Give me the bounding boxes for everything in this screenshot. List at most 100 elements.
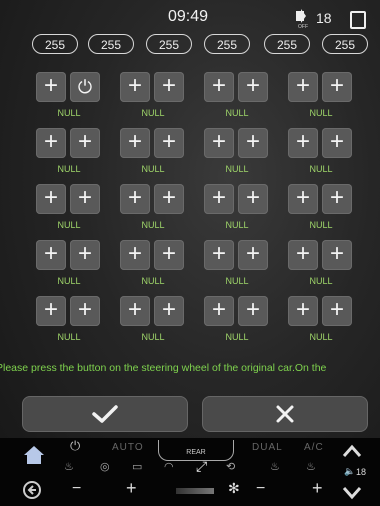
chevron-down-icon[interactable] — [342, 486, 362, 500]
fan-level-bar[interactable] — [176, 488, 214, 494]
key-group: + + NULL — [204, 128, 274, 180]
key-group: + + NULL — [288, 184, 358, 236]
confirm-button[interactable] — [22, 396, 188, 432]
key-group: + + NULL — [36, 128, 106, 180]
volume-off-icon — [296, 9, 306, 23]
volume-icon: 🔈 — [344, 466, 356, 476]
null-label: NULL — [141, 332, 165, 342]
add-key-button[interactable]: + — [70, 128, 100, 158]
value-pill[interactable]: 255 — [264, 34, 310, 54]
power-icon[interactable]: ⏻ — [70, 438, 80, 454]
temp-plus-left[interactable]: + — [126, 478, 137, 499]
add-key-button[interactable]: + — [204, 184, 234, 214]
add-key-button[interactable]: + — [154, 296, 184, 326]
add-key-button[interactable]: + — [36, 72, 66, 102]
add-key-button[interactable]: + — [154, 72, 184, 102]
temp-plus-right[interactable]: + — [312, 478, 323, 499]
cancel-button[interactable] — [202, 396, 368, 432]
add-key-button[interactable]: + — [120, 296, 150, 326]
window-icon[interactable] — [350, 11, 366, 29]
add-key-button[interactable]: + — [70, 240, 100, 270]
add-key-button[interactable]: + — [288, 184, 318, 214]
fan-icon[interactable]: ✻ — [228, 480, 240, 497]
steering-heat-icon[interactable]: ◎ — [100, 460, 110, 473]
key-grid: + ⏻ NULL + + NULL + + NULL + + NULL + + NULL + + NULL + + NU… — [0, 72, 380, 342]
add-key-button[interactable]: + — [204, 296, 234, 326]
key-group: + + NULL — [288, 296, 358, 348]
key-group: + + NULL — [204, 184, 274, 236]
dual-button[interactable]: DUAL — [252, 442, 283, 453]
add-key-button[interactable]: + — [120, 184, 150, 214]
add-key-button[interactable]: + — [36, 128, 66, 158]
screen: 09:49 OFF 18 255 255 255 255 255 255 + ⏻ N… — [0, 0, 380, 506]
add-key-button[interactable]: + — [322, 184, 352, 214]
null-label: NULL — [225, 332, 249, 342]
volume-value: 18 — [356, 467, 367, 477]
add-key-button[interactable]: + — [322, 296, 352, 326]
add-key-button[interactable]: + — [322, 128, 352, 158]
key-group: + + NULL — [36, 296, 106, 348]
ac-button[interactable]: A/C — [304, 442, 324, 453]
add-key-button[interactable]: + — [204, 128, 234, 158]
add-key-button[interactable]: + — [36, 184, 66, 214]
value-pill[interactable]: 255 — [88, 34, 134, 54]
key-group: + + NULL — [120, 128, 190, 180]
add-key-button[interactable]: + — [154, 184, 184, 214]
add-key-button[interactable]: + — [238, 240, 268, 270]
value-pills: 255 255 255 255 255 255 — [0, 34, 380, 60]
recirculation-icon[interactable]: ⟲ — [226, 460, 235, 473]
auto-button[interactable]: AUTO — [112, 442, 144, 453]
add-key-button[interactable]: + — [120, 128, 150, 158]
add-key-button[interactable]: + — [322, 72, 352, 102]
chevron-up-icon[interactable] — [342, 444, 362, 458]
value-pill[interactable]: 255 — [322, 34, 368, 54]
add-key-button[interactable]: + — [288, 72, 318, 102]
rear-button[interactable]: REAR — [158, 440, 234, 461]
seat-heat-icon[interactable]: ♨ — [64, 460, 74, 473]
value-pill[interactable]: 255 — [146, 34, 192, 54]
add-key-button[interactable]: + — [238, 184, 268, 214]
instruction-text: Please press the button on the steering … — [0, 362, 327, 374]
null-label: NULL — [225, 220, 249, 230]
null-label: NULL — [225, 276, 249, 286]
add-key-button[interactable]: + — [36, 296, 66, 326]
seat-vent-icon[interactable]: ♨ — [270, 460, 280, 473]
back-icon[interactable] — [22, 480, 42, 500]
add-key-button[interactable]: + — [204, 240, 234, 270]
key-group: + + NULL — [204, 72, 274, 124]
rear-defrost-icon[interactable]: ▭ — [132, 460, 142, 473]
home-icon[interactable] — [22, 444, 46, 466]
add-key-button[interactable]: + — [154, 128, 184, 158]
add-key-button[interactable]: + — [238, 72, 268, 102]
value-pill[interactable]: 255 — [204, 34, 250, 54]
add-key-button[interactable]: + — [288, 240, 318, 270]
add-key-button[interactable]: + — [70, 184, 100, 214]
add-key-button[interactable]: + — [120, 72, 150, 102]
null-label: NULL — [57, 276, 81, 286]
null-label: NULL — [57, 108, 81, 118]
add-key-button[interactable]: + — [288, 128, 318, 158]
add-key-button[interactable]: + — [70, 296, 100, 326]
null-label: NULL — [309, 332, 333, 342]
add-key-button[interactable]: + — [288, 296, 318, 326]
null-label: NULL — [309, 108, 333, 118]
key-group: + + NULL — [204, 296, 274, 348]
seat-heat-right-icon[interactable]: ♨ — [306, 460, 316, 473]
clock: 09:49 — [168, 8, 209, 25]
temp-minus-right[interactable]: − — [256, 480, 265, 498]
add-key-button[interactable]: + — [204, 72, 234, 102]
key-group: + + NULL — [36, 240, 106, 292]
add-key-button[interactable]: + — [120, 240, 150, 270]
status-sublabel: OFF — [298, 24, 308, 30]
front-defrost-icon[interactable]: ◠ — [164, 460, 174, 473]
add-key-button[interactable]: + — [238, 296, 268, 326]
temp-minus-left[interactable]: − — [72, 480, 81, 498]
key-group: + + NULL — [120, 184, 190, 236]
add-key-button[interactable]: + — [154, 240, 184, 270]
add-key-button[interactable]: + — [322, 240, 352, 270]
add-key-button[interactable]: + — [36, 240, 66, 270]
add-key-button[interactable]: + — [238, 128, 268, 158]
power-button[interactable]: ⏻ — [70, 72, 100, 102]
null-label: NULL — [225, 108, 249, 118]
value-pill[interactable]: 255 — [32, 34, 78, 54]
